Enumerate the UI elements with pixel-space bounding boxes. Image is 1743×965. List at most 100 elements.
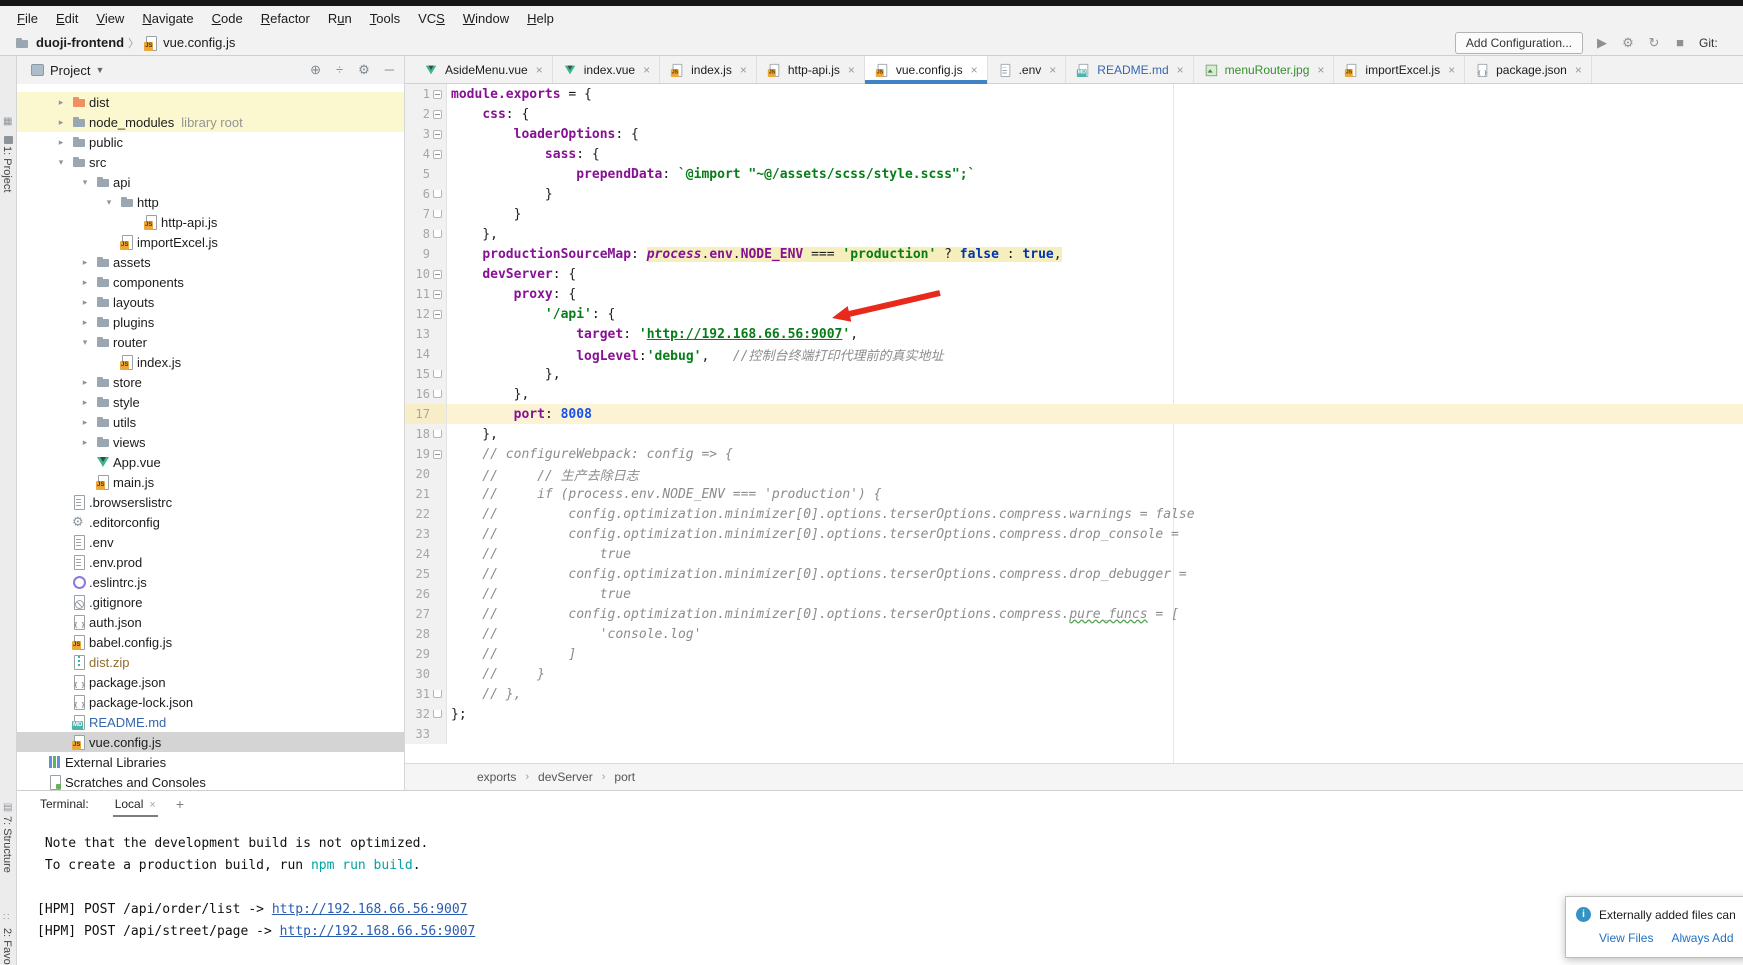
tree-row-views[interactable]: ▸views (17, 432, 404, 452)
breadcrumb-file[interactable]: vue.config.js (163, 35, 235, 50)
chevron-collapsed-icon[interactable]: ▸ (75, 397, 95, 408)
structure-icon[interactable]: ▤ (3, 802, 12, 813)
run-icon[interactable]: ▶ (1593, 35, 1611, 51)
view-files-link[interactable]: View Files (1599, 931, 1653, 945)
fold-marker[interactable] (430, 190, 445, 198)
menu-item-window[interactable]: Window (454, 11, 518, 26)
terminal-tab-local[interactable]: Local× (113, 792, 158, 817)
gear-icon[interactable]: ⚙ (358, 62, 370, 78)
chevron-expanded-icon[interactable]: ▾ (99, 197, 119, 208)
tree-row-assets[interactable]: ▸assets (17, 252, 404, 272)
tree-row-importexcel-js[interactable]: importExcel.js (17, 232, 404, 252)
tree-row-http[interactable]: ▾http (17, 192, 404, 212)
tree-row-eslintrc-js[interactable]: .eslintrc.js (17, 572, 404, 592)
menu-item-view[interactable]: View (87, 11, 133, 26)
fold-end-icon[interactable] (433, 430, 442, 438)
tree-row-scratches-and-consoles[interactable]: Scratches and Consoles (17, 772, 404, 790)
fold-marker[interactable] (430, 150, 445, 159)
chevron-collapsed-icon[interactable]: ▸ (75, 437, 95, 448)
tree-row-gitignore[interactable]: .gitignore (17, 592, 404, 612)
tab-index-vue[interactable]: index.vue× (553, 56, 660, 83)
chevron-expanded-icon[interactable]: ▾ (75, 177, 95, 188)
chevron-collapsed-icon[interactable]: ▸ (51, 97, 71, 108)
fold-marker[interactable] (430, 390, 445, 398)
fold-open-icon[interactable] (433, 450, 442, 459)
fold-marker[interactable] (430, 430, 445, 438)
fold-marker[interactable] (430, 270, 445, 279)
menu-item-code[interactable]: Code (203, 11, 252, 26)
stop-icon[interactable]: ■ (1671, 35, 1689, 51)
chevron-expanded-icon[interactable]: ▾ (75, 337, 95, 348)
code-editor[interactable]: 1module.exports = {2 css: {3 loaderOptio… (405, 84, 1743, 763)
tree-row-package-json[interactable]: package.json (17, 672, 404, 692)
tab-menurouter-jpg[interactable]: menuRouter.jpg× (1194, 56, 1335, 83)
chevron-collapsed-icon[interactable]: ▸ (51, 137, 71, 148)
breadcrumb-project[interactable]: duoji-frontend (36, 35, 124, 50)
tree-row-utils[interactable]: ▸utils (17, 412, 404, 432)
tree-row-public[interactable]: ▸public (17, 132, 404, 152)
menu-item-run[interactable]: Run (319, 11, 361, 26)
update-icon[interactable]: ↻ (1645, 35, 1663, 51)
chevron-collapsed-icon[interactable]: ▸ (75, 317, 95, 328)
fold-open-icon[interactable] (433, 310, 442, 319)
fold-open-icon[interactable] (433, 90, 442, 99)
tree-row-editorconfig[interactable]: .editorconfig (17, 512, 404, 532)
close-icon[interactable]: × (971, 63, 978, 77)
fold-marker[interactable] (430, 210, 445, 218)
tree-row-index-js[interactable]: index.js (17, 352, 404, 372)
always-add-link[interactable]: Always Add (1671, 931, 1733, 945)
chevron-collapsed-icon[interactable]: ▸ (75, 297, 95, 308)
tree-row-dist[interactable]: ▸dist (17, 92, 404, 112)
tab-package-json[interactable]: package.json× (1465, 56, 1592, 83)
menu-item-file[interactable]: File (8, 11, 47, 26)
new-terminal-icon[interactable]: + (176, 796, 184, 812)
tree-row-node-modules[interactable]: ▸node_moduleslibrary root (17, 112, 404, 132)
fold-end-icon[interactable] (433, 690, 442, 698)
chevron-collapsed-icon[interactable]: ▸ (75, 277, 95, 288)
tree-row-env-prod[interactable]: .env.prod (17, 552, 404, 572)
chevron-collapsed-icon[interactable]: ▸ (51, 117, 71, 128)
tree-row-readme-md[interactable]: README.md (17, 712, 404, 732)
fold-end-icon[interactable] (433, 390, 442, 398)
fold-open-icon[interactable] (433, 150, 442, 159)
stripe-favorites-button[interactable]: 2: Favorites (1, 928, 13, 965)
fold-open-icon[interactable] (433, 130, 442, 139)
menu-item-refactor[interactable]: Refactor (252, 11, 319, 26)
fold-marker[interactable] (430, 90, 445, 99)
tab-http-api-js[interactable]: http-api.js× (757, 56, 865, 83)
tree-row-plugins[interactable]: ▸plugins (17, 312, 404, 332)
close-icon[interactable]: × (848, 63, 855, 77)
tree-row-main-js[interactable]: main.js (17, 472, 404, 492)
fold-end-icon[interactable] (433, 370, 442, 378)
close-icon[interactable]: × (643, 63, 650, 77)
editor-crumb-devserver[interactable]: devServer (538, 770, 593, 784)
tree-row-vue-config-js[interactable]: vue.config.js (17, 732, 404, 752)
add-configuration-button[interactable]: Add Configuration... (1455, 32, 1583, 54)
fold-open-icon[interactable] (433, 270, 442, 279)
fold-marker[interactable] (430, 710, 445, 718)
editor-crumb-port[interactable]: port (614, 770, 635, 784)
fold-end-icon[interactable] (433, 230, 442, 238)
tab-importexcel-js[interactable]: importExcel.js× (1334, 56, 1465, 83)
tree-row-layouts[interactable]: ▸layouts (17, 292, 404, 312)
fold-marker[interactable] (430, 130, 445, 139)
tree-row-browserslistrc[interactable]: .browserslistrc (17, 492, 404, 512)
close-icon[interactable]: × (1317, 63, 1324, 77)
menu-item-edit[interactable]: Edit (47, 11, 87, 26)
chevron-down-icon[interactable]: ▼ (95, 65, 104, 75)
chevron-expanded-icon[interactable]: ▾ (51, 157, 71, 168)
menu-item-tools[interactable]: Tools (361, 11, 409, 26)
fold-marker[interactable] (430, 290, 445, 299)
fold-marker[interactable] (430, 450, 445, 459)
chevron-collapsed-icon[interactable]: ▸ (75, 417, 95, 428)
fold-end-icon[interactable] (433, 210, 442, 218)
tree-row-package-lock-json[interactable]: package-lock.json (17, 692, 404, 712)
tree-row-http-api-js[interactable]: http-api.js (17, 212, 404, 232)
tree-row-app-vue[interactable]: App.vue (17, 452, 404, 472)
tab-readme-md[interactable]: README.md× (1066, 56, 1193, 83)
fold-open-icon[interactable] (433, 290, 442, 299)
menu-item-vcs[interactable]: VCS (409, 11, 454, 26)
tab-index-js[interactable]: index.js× (660, 56, 757, 83)
tree-row-components[interactable]: ▸components (17, 272, 404, 292)
fold-end-icon[interactable] (433, 710, 442, 718)
